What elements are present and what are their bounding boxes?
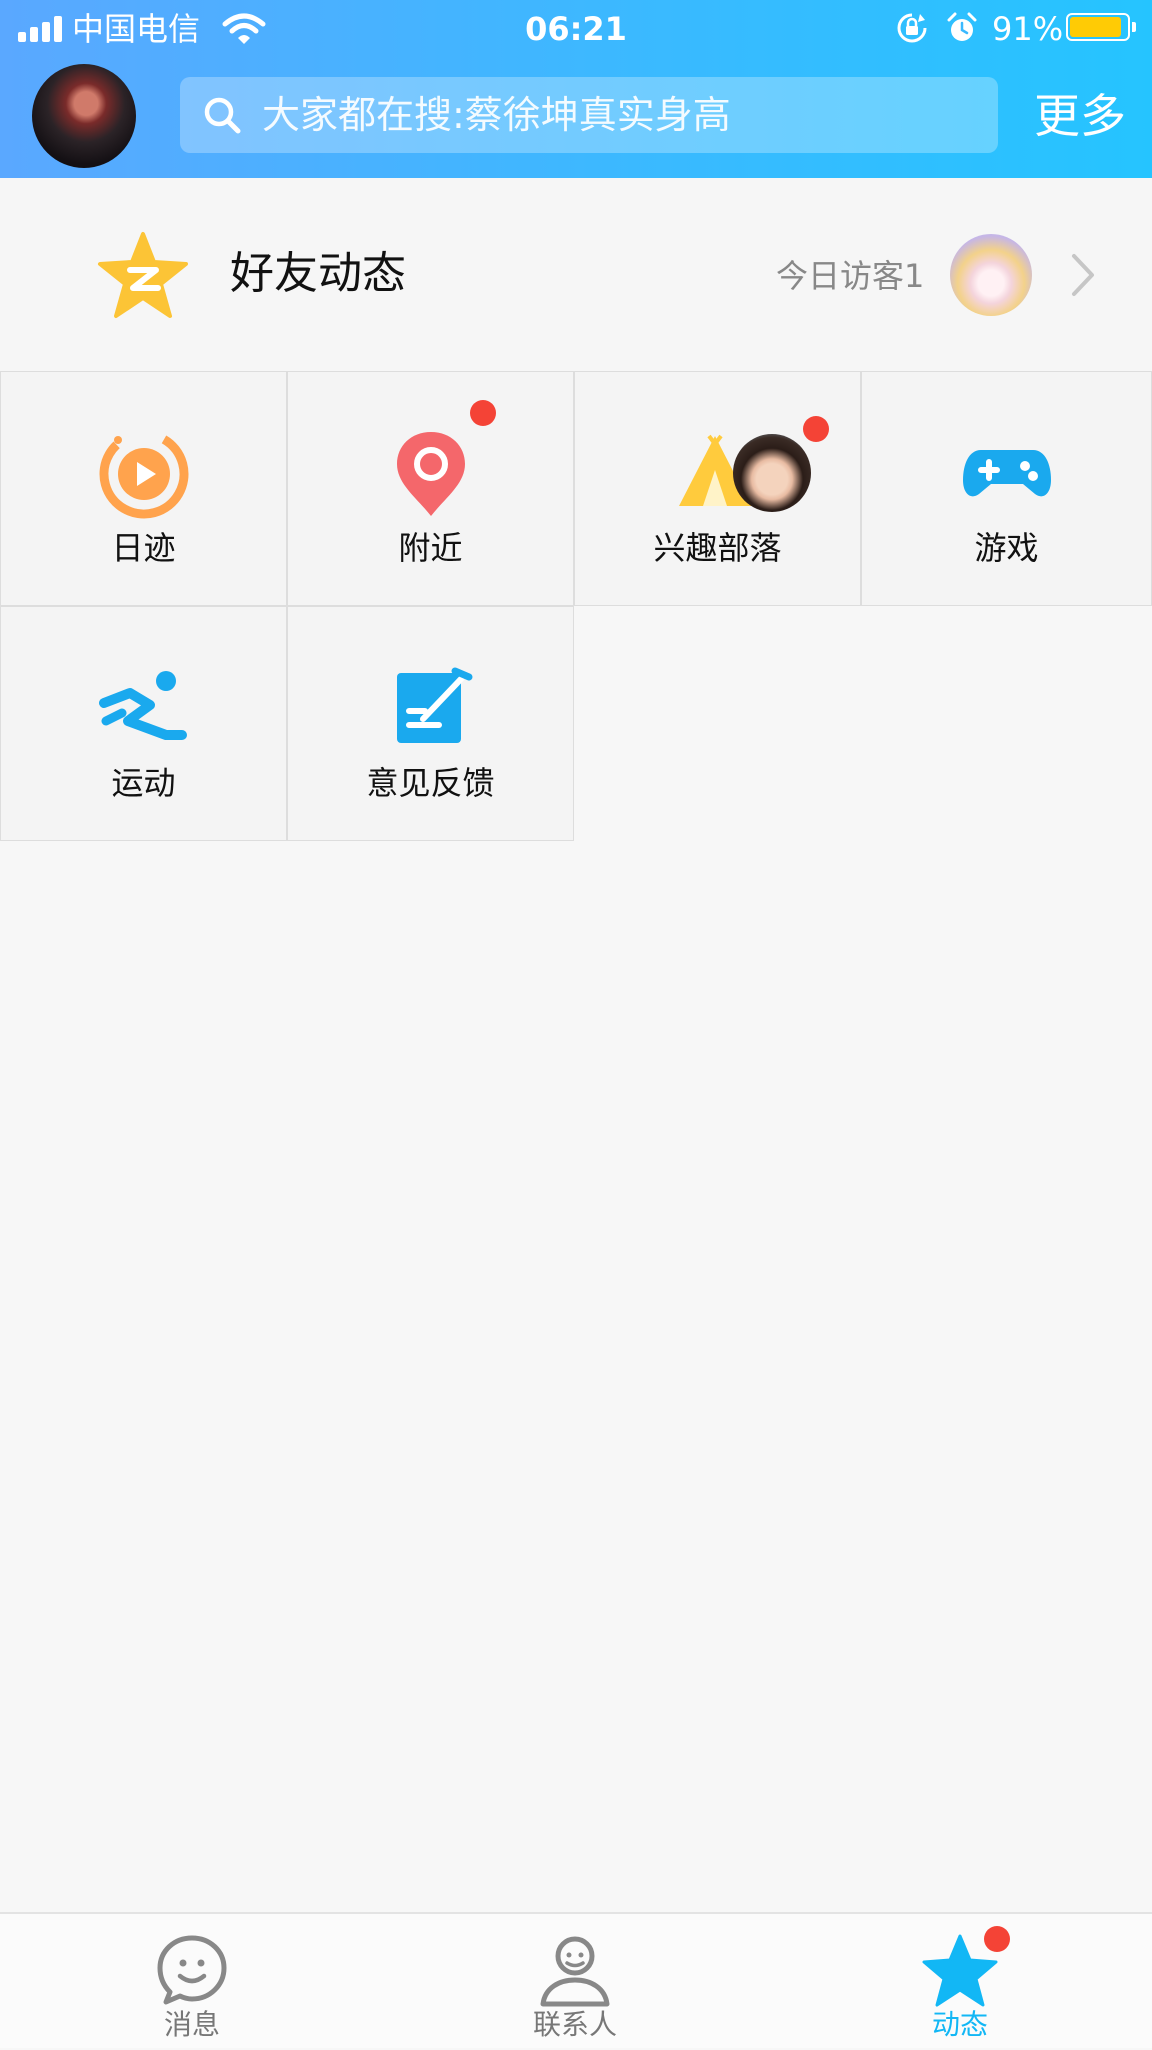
search-placeholder: 大家都在搜:蔡徐坤真实身高: [262, 93, 731, 137]
tab-contacts[interactable]: 联系人: [495, 1914, 655, 2050]
badge-dot: [984, 1926, 1010, 1952]
friend-feed-row[interactable]: 好友动态 今日访客1: [0, 178, 1152, 372]
bottom-tab-bar: 消息 联系人 动态: [0, 1912, 1152, 2048]
location-pin-icon: [396, 432, 465, 516]
battery-percent: 91%: [992, 10, 1064, 48]
grid-item-riji[interactable]: 日迹: [0, 371, 287, 606]
grid-item-nearby[interactable]: 附近: [287, 371, 574, 606]
tab-label: 消息: [163, 2008, 220, 2041]
visitor-count-label: 今日访客1: [776, 257, 925, 295]
gamepad-icon: [962, 450, 1051, 497]
tab-label: 动态: [931, 2008, 988, 2041]
feedback-edit-icon: [396, 667, 472, 743]
grid-item-label: 游戏: [974, 529, 1039, 567]
battery-cap: [1132, 22, 1136, 32]
alarm-icon: [947, 12, 977, 41]
tab-label: 联系人: [532, 2008, 617, 2041]
search-box[interactable]: 大家都在搜:蔡徐坤真实身高: [180, 77, 998, 153]
grid-item-feedback[interactable]: 意见反馈: [287, 606, 574, 841]
qzone-star-icon: [98, 232, 188, 318]
grid-item-interest-tribe[interactable]: 兴趣部落: [574, 371, 861, 606]
grid-item-label: 运动: [111, 764, 176, 802]
chevron-right-icon: [1072, 254, 1094, 296]
user-avatar[interactable]: [32, 64, 136, 168]
battery-fill: [1070, 17, 1121, 37]
badge-dot: [470, 400, 496, 426]
message-smile-icon: [157, 1935, 227, 2005]
grid-item-label: 意见反馈: [366, 764, 495, 802]
badge-dot: [803, 416, 829, 442]
tab-messages[interactable]: 消息: [112, 1914, 272, 2050]
visitor-avatar: [950, 234, 1032, 316]
more-button[interactable]: 更多: [1034, 86, 1126, 146]
tribe-avatar: [733, 434, 811, 512]
grid-item-label: 日迹: [111, 529, 176, 567]
grid-item-sport[interactable]: 运动: [0, 606, 287, 841]
top-header: 中国电信 06:21 91% 大家都在搜:蔡徐坤真实身高 更多: [0, 0, 1152, 178]
grid-item-game[interactable]: 游戏: [861, 371, 1152, 606]
contact-person-icon: [540, 1936, 610, 2007]
grid-item-label: 附近: [398, 529, 463, 567]
grid-item-label: 兴趣部落: [653, 529, 782, 567]
running-icon: [98, 671, 187, 740]
tab-feeds[interactable]: 动态: [880, 1914, 1040, 2050]
feed-title: 好友动态: [230, 248, 406, 299]
status-time: 06:21: [525, 10, 627, 48]
search-icon: [204, 97, 241, 134]
rotation-lock-icon: [897, 13, 927, 43]
battery-icon: [1066, 13, 1130, 41]
play-icon: [99, 429, 188, 519]
status-bar: 中国电信 06:21 91%: [0, 0, 1152, 58]
